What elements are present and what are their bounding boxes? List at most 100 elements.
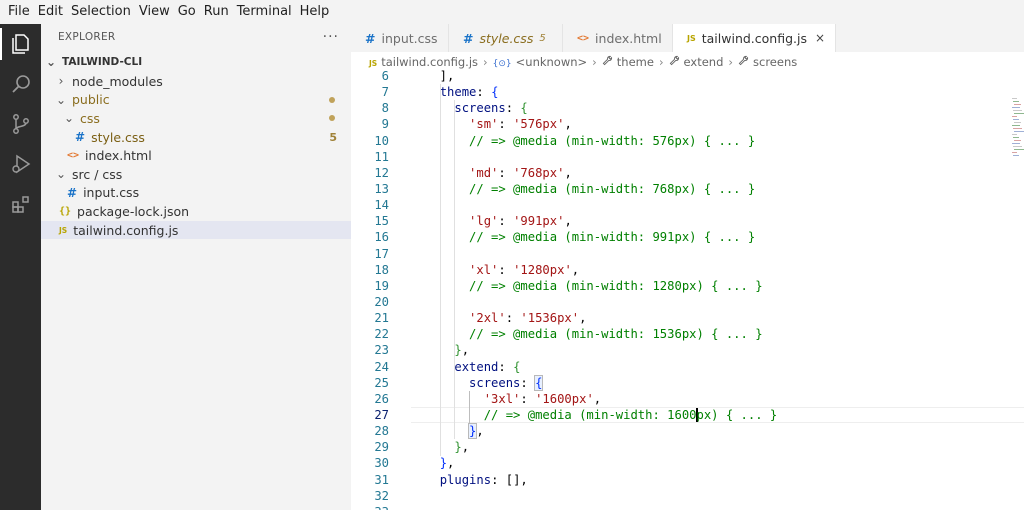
js-file-icon: JS (59, 225, 68, 235)
more-actions-icon[interactable]: ··· (323, 29, 339, 45)
breadcrumb-label: tailwind.config.js (381, 55, 479, 69)
search-icon[interactable] (0, 64, 41, 104)
menu-selection[interactable]: Selection (67, 0, 135, 24)
breadcrumb-item-3[interactable]: extend (669, 55, 723, 69)
code-editor[interactable]: 6 ], 7 theme: {8 screens: {9 'sm': '576px… (351, 68, 1024, 510)
tab-index-html[interactable]: <> index.html (563, 24, 673, 52)
tree-item-label: index.html (85, 148, 152, 164)
line-number: 15 (374, 214, 389, 229)
minimap[interactable] (1010, 68, 1024, 510)
line-number: 17 (374, 246, 389, 261)
tree-item-label: input.css (83, 185, 140, 201)
tree-item-node-modules[interactable]: › node_modules (41, 72, 351, 91)
chevron-down-icon: ⌄ (55, 167, 67, 182)
code-line: 24 extend: { (351, 359, 1024, 375)
extensions-icon[interactable] (0, 184, 41, 224)
token: // => @media (min-width: 991px) { ... } (469, 230, 756, 245)
code-line: 16 // => @media (min-width: 991px) { ...… (351, 229, 1024, 245)
menu-go[interactable]: Go (174, 0, 200, 24)
tab-label: style.css (479, 30, 534, 46)
code-line: 29 }, (351, 439, 1024, 455)
line-number: 29 (374, 440, 389, 455)
menu-help[interactable]: Help (296, 0, 334, 24)
code-line: 23 }, (351, 342, 1024, 358)
menu-edit[interactable]: Edit (34, 0, 67, 24)
problem-count-badge: 5 (329, 130, 337, 144)
line-number: 14 (374, 198, 389, 213)
explorer-icon[interactable] (0, 24, 41, 64)
chevron-right-icon: › (592, 55, 597, 69)
tree-item-tailwind-config-js[interactable]: JS tailwind.config.js (41, 220, 351, 240)
line-number: 20 (374, 294, 389, 309)
modified-dot (329, 115, 335, 122)
tree-item-css[interactable]: ⌄ css (41, 109, 351, 128)
line-number: 25 (374, 375, 389, 390)
tree-item-input-css[interactable]: # input.css (41, 184, 351, 203)
token: , (579, 311, 587, 326)
line-number: 13 (374, 181, 389, 196)
source-control-icon[interactable] (0, 104, 41, 144)
token: : (498, 262, 514, 277)
token: 'sm' (469, 117, 499, 132)
token: '1600px' (535, 391, 594, 406)
tree-item-label: tailwind.config.js (73, 222, 179, 238)
token: '2xl' (469, 311, 506, 326)
tree-item-public[interactable]: ⌄ public (41, 91, 351, 110)
tree-item-src-css[interactable]: ⌄ src / css (41, 165, 351, 184)
line-content: '3xl': '1600px', (425, 391, 601, 407)
token: // => @media (min-width: 1600 (483, 407, 697, 422)
explorer-sidebar: EXPLORER ··· ⌄ TAILWIND-CLI › node_module… (41, 24, 351, 510)
token: // => @media (min-width: 1536px) { ... } (469, 327, 763, 342)
indent-guide (469, 391, 471, 424)
breadcrumb-label: <unknown> (515, 55, 588, 69)
line-number: 12 (374, 165, 389, 180)
line-number: 26 (374, 391, 389, 406)
tree-item-package-lock-json[interactable]: {} package-lock.json (41, 202, 351, 221)
code-line: 21 '2xl': '1536px', (351, 310, 1024, 326)
line-content: plugins: [], (425, 472, 528, 488)
line-number: 30 (374, 456, 389, 471)
chevron-right-icon: › (483, 55, 488, 69)
line-content: '2xl': '1536px', (425, 310, 586, 326)
workspace-root[interactable]: ⌄ TAILWIND-CLI (41, 52, 351, 72)
minimap-line (1014, 104, 1021, 105)
breadcrumb-item-4[interactable]: screens (738, 55, 797, 69)
code-line: 10 // => @media (min-width: 576px) { ...… (351, 133, 1024, 149)
line-number: 23 (374, 343, 389, 358)
tab-input-css[interactable]: # input.css (351, 24, 449, 52)
close-icon[interactable]: × (815, 31, 825, 45)
line-number: 22 (374, 327, 389, 342)
token: , (564, 214, 572, 229)
css-file-icon: # (365, 30, 376, 46)
line-content: 'lg': '991px', (425, 213, 572, 229)
line-content: screens: { (425, 374, 544, 391)
tree-item-index-html[interactable]: <> index.html (41, 146, 351, 165)
line-content: }, (425, 455, 455, 471)
breadcrumb-item-2[interactable]: theme (602, 55, 654, 69)
breadcrumb-item-1[interactable]: {⊙} <unknown> (493, 55, 588, 69)
line-content: }, (425, 439, 469, 455)
tree-item-style-css[interactable]: # style.css 5 (41, 128, 351, 147)
line-number: 33 (351, 504, 389, 510)
code-line: 30 }, (351, 455, 1024, 471)
menu-terminal[interactable]: Terminal (233, 0, 296, 24)
tab-tailwind-config-js[interactable]: JS tailwind.config.js × (673, 24, 837, 52)
workspace-root-label: TAILWIND-CLI (62, 56, 143, 68)
file-tree: › node_modules ⌄ public ⌄ css # style.css 5 <> ind… (41, 72, 351, 240)
minimap-line (1013, 110, 1022, 111)
token: : (505, 311, 521, 326)
menu-file[interactable]: File (4, 0, 34, 24)
menu-view[interactable]: View (135, 0, 174, 24)
run-debug-icon[interactable] (0, 144, 41, 184)
menu-run[interactable]: Run (200, 0, 233, 24)
line-number: 24 (374, 359, 389, 374)
breadcrumb-item-0[interactable]: JS tailwind.config.js (369, 55, 478, 69)
tab-style-css[interactable]: # style.css 5 (449, 24, 563, 52)
minimap-line (1012, 116, 1017, 117)
code-line: 8 screens: { (351, 100, 1024, 116)
code-line: 18 'xl': '1280px', (351, 262, 1024, 278)
